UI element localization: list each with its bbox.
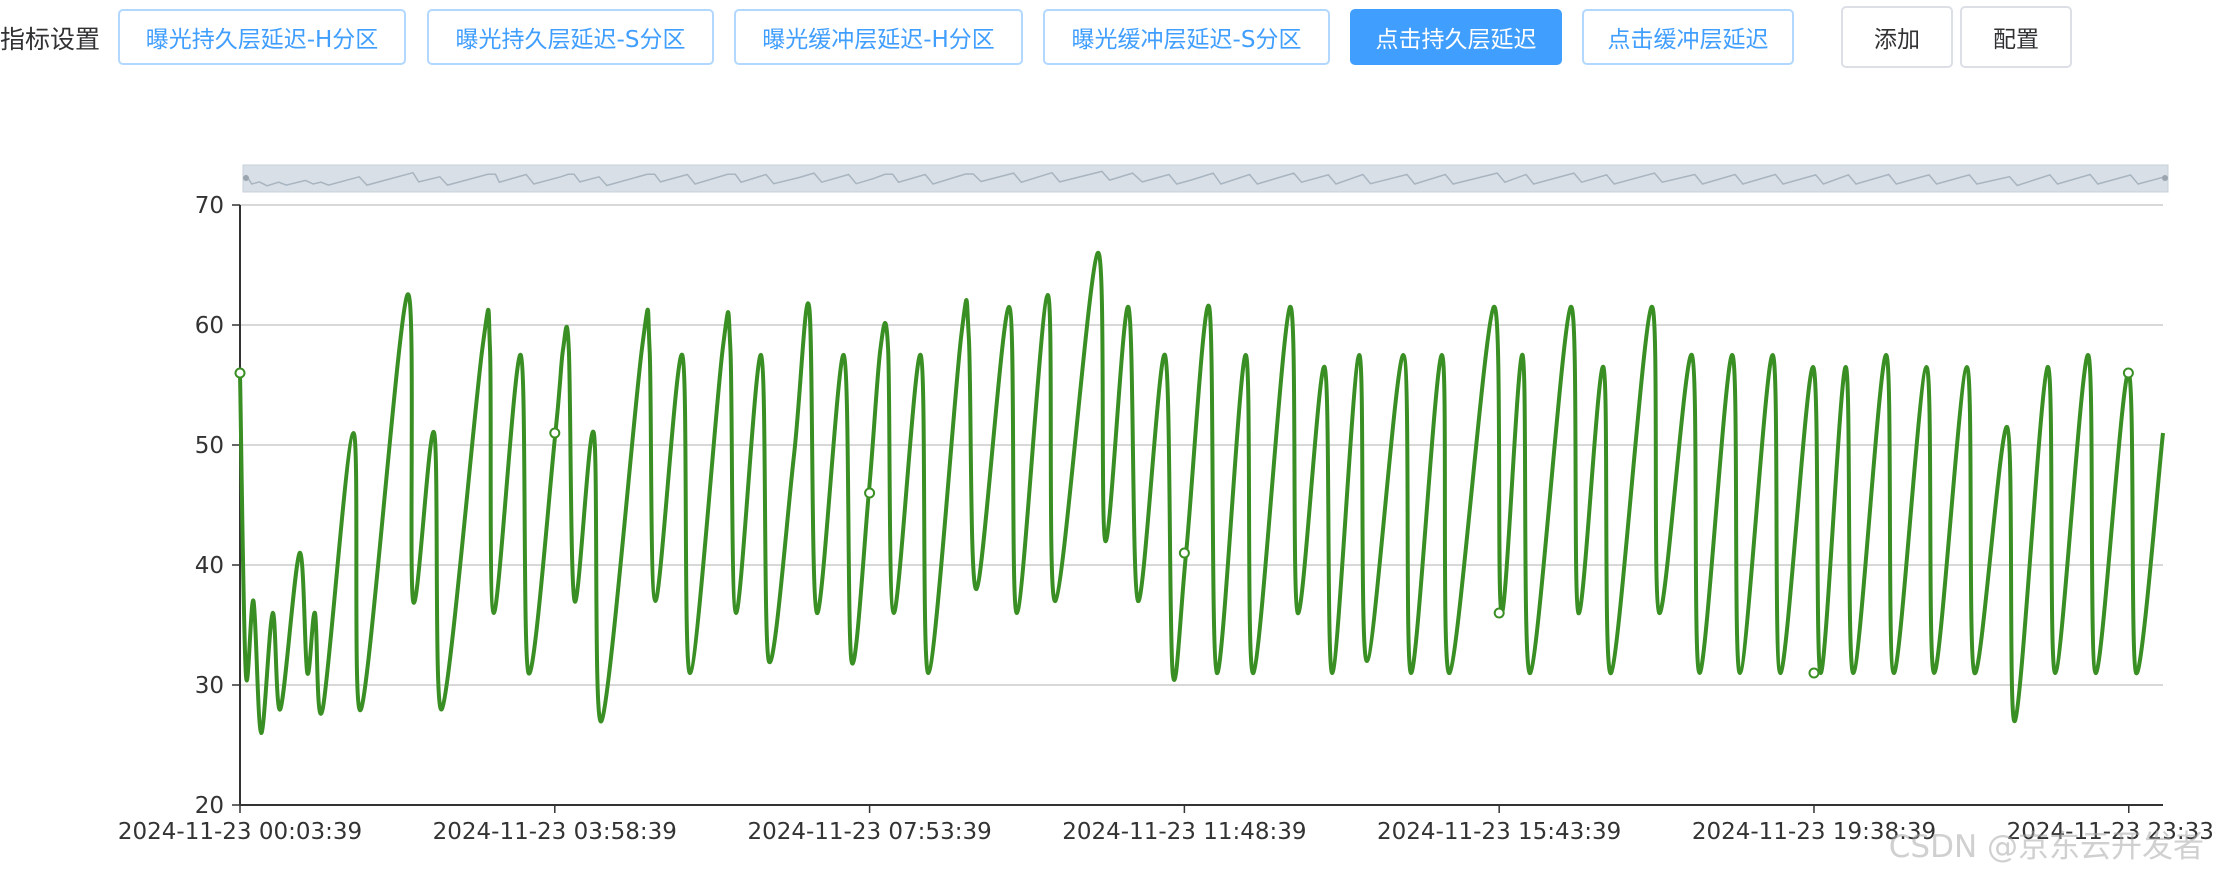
- y-tick-label: 30: [195, 673, 224, 699]
- zoom-handle-right[interactable]: [2162, 175, 2168, 181]
- x-tick-label: 2024-11-23 11:48:39: [1062, 819, 1306, 845]
- data-zoom-slider[interactable]: [242, 164, 2169, 193]
- data-point-marker: [2122, 367, 2134, 379]
- metric-button-click-persistent[interactable]: 点击持久层延迟: [1350, 9, 1562, 65]
- x-tick-label: 2024-11-23 00:03:39: [118, 819, 362, 845]
- y-axis-ticks: 20 30 40 50 60 70: [195, 193, 240, 819]
- zoom-handle-left[interactable]: [243, 175, 249, 181]
- metric-settings-label: 指标设置: [0, 25, 101, 54]
- axes: [239, 205, 2163, 806]
- metric-button-exposure-buffer-h[interactable]: 曝光缓冲层延迟-H分区: [734, 9, 1023, 65]
- x-tick-label: 2024-11-23 03:58:39: [433, 819, 677, 845]
- add-button[interactable]: 添加: [1841, 6, 1953, 68]
- data-point-marker: [1493, 607, 1505, 619]
- data-point-marker: [234, 367, 246, 379]
- y-tick-label: 40: [195, 553, 224, 579]
- config-button[interactable]: 配置: [1960, 6, 2072, 68]
- data-point-marker: [1178, 547, 1190, 559]
- y-tick-label: 20: [195, 793, 224, 819]
- y-tick-label: 60: [195, 313, 224, 339]
- metric-toolbar: 指标设置 曝光持久层延迟-H分区 曝光持久层延迟-S分区 曝光缓冲层延迟-H分区…: [0, 6, 2214, 68]
- watermark: CSDN @京东云开发者: [1888, 829, 2204, 865]
- x-tick-label: 2024-11-23 15:43:39: [1377, 819, 1621, 845]
- metric-button-exposure-persistent-h[interactable]: 曝光持久层延迟-H分区: [118, 9, 406, 65]
- data-point-marker: [549, 427, 561, 439]
- data-point-marker: [864, 487, 876, 499]
- line-chart: 20 30 40 50 60 70 2024-11-23 00:03:39 2024-11-…: [118, 164, 2214, 845]
- metric-button-exposure-persistent-s[interactable]: 曝光持久层延迟-S分区: [427, 9, 714, 65]
- metric-button-exposure-buffer-s[interactable]: 曝光缓冲层延迟-S分区: [1043, 9, 1330, 65]
- x-tick-label: 2024-11-23 07:53:39: [747, 819, 991, 845]
- y-tick-label: 50: [195, 433, 224, 459]
- y-tick-label: 70: [195, 193, 224, 219]
- metric-button-click-buffer[interactable]: 点击缓冲层延迟: [1582, 9, 1794, 65]
- data-point-marker: [1808, 667, 1820, 679]
